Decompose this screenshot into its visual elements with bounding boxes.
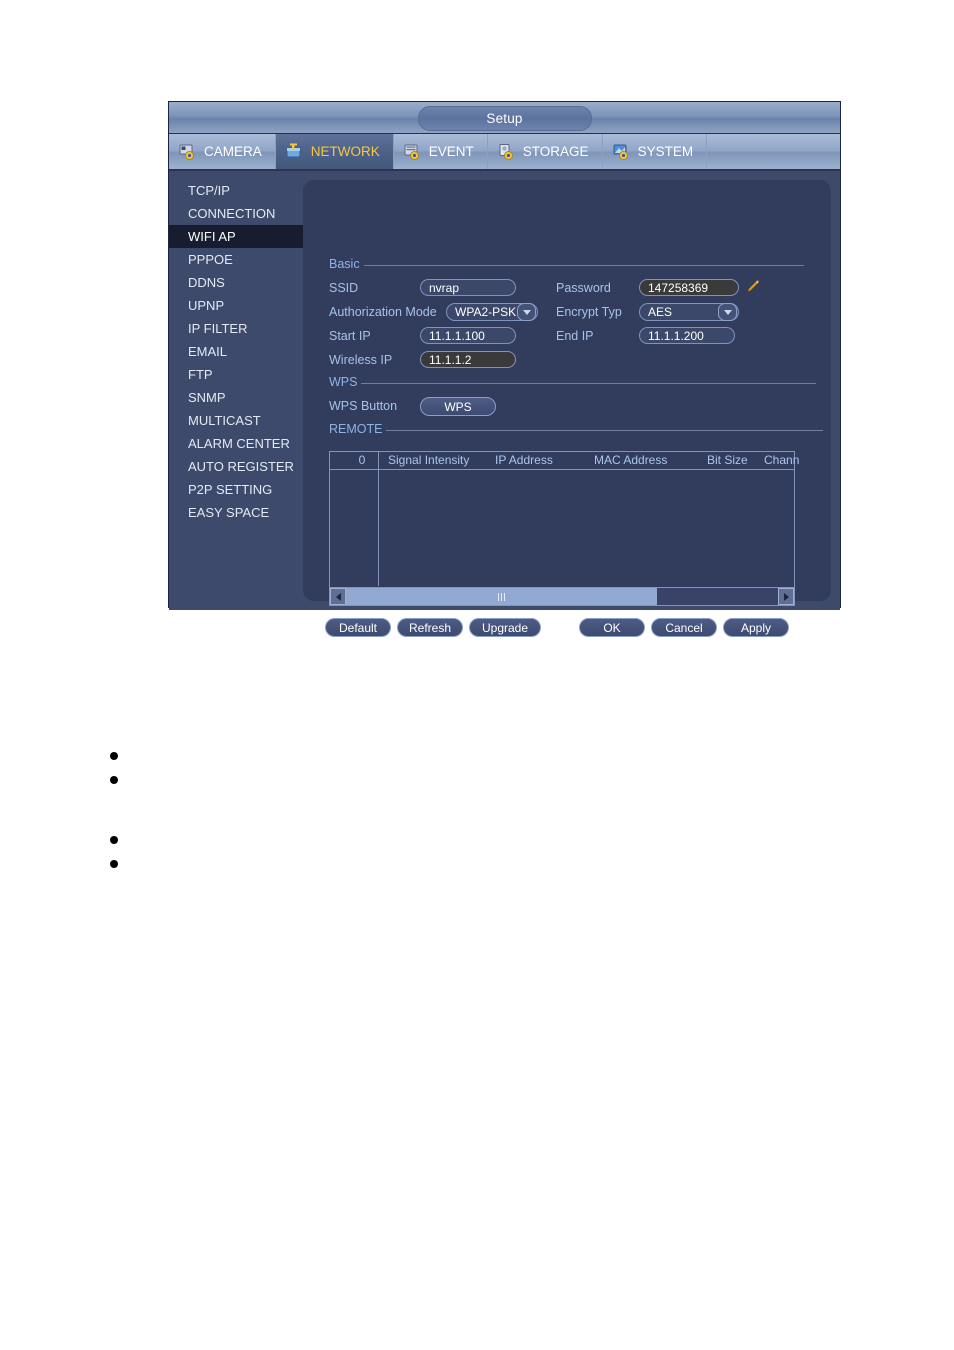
bullet-icon [110, 836, 118, 844]
list-item [110, 769, 510, 793]
authorization-mode-label: Authorization Mode [329, 305, 437, 319]
tab-event-label: EVENT [428, 144, 474, 159]
column-header-index[interactable]: 0 [346, 452, 378, 469]
tab-camera[interactable]: CAMERA [169, 134, 276, 169]
encrypt-type-label: Encrypt Typ [556, 305, 622, 319]
list-item [110, 829, 510, 853]
sidebar-item-connection[interactable]: CONNECTION [169, 202, 303, 225]
table-header: 0 Signal Intensity IP Address MAC Addres… [330, 452, 799, 470]
tab-camera-label: CAMERA [204, 144, 262, 159]
list-item [110, 853, 510, 877]
column-header-bit-size[interactable]: Bit Size [707, 452, 748, 469]
sidebar-item-snmp[interactable]: SNMP [169, 386, 303, 409]
event-gear-icon [404, 143, 424, 161]
list-item [110, 745, 510, 769]
storage-gear-icon [498, 143, 518, 161]
bullet-icon [110, 776, 118, 784]
upgrade-button[interactable]: Upgrade [469, 618, 541, 637]
sidebar-item-ftp[interactable]: FTP [169, 363, 303, 386]
wps-button-label: WPS Button [329, 399, 398, 413]
sidebar-item-tcpip[interactable]: TCP/IP [169, 179, 303, 202]
tab-event[interactable]: EVENT [394, 134, 488, 169]
sidebar-item-multicast[interactable]: MULTICAST [169, 409, 303, 432]
scrollbar-thumb[interactable] [346, 588, 658, 605]
dialog-titlebar: Setup [169, 102, 840, 134]
section-remote: REMOTE [329, 422, 824, 436]
end-ip-input[interactable]: 11.1.1.200 [639, 327, 735, 344]
wireless-ip-label: Wireless IP [329, 353, 393, 367]
tab-system[interactable]: SYSTEM [603, 134, 708, 169]
sidebar-item-auto-register[interactable]: AUTO REGISTER [169, 455, 303, 478]
encrypt-type-select[interactable]: AES [639, 303, 739, 321]
sidebar-item-wifi-ap[interactable]: WIFI AP [169, 225, 303, 248]
network-gear-icon [286, 143, 306, 161]
ssid-input[interactable]: nvrap [420, 279, 516, 296]
table-horizontal-scrollbar[interactable] [330, 587, 794, 605]
section-wps: WPS [329, 375, 817, 389]
cancel-button[interactable]: Cancel [651, 618, 717, 637]
sidebar-item-email[interactable]: EMAIL [169, 340, 303, 363]
password-input[interactable]: 147258369 [639, 279, 739, 296]
list-item-spacer [110, 793, 510, 829]
chevron-down-icon[interactable] [517, 303, 536, 321]
sidebar-item-pppoe[interactable]: PPPOE [169, 248, 303, 271]
remote-device-table: 0 Signal Intensity IP Address MAC Addres… [329, 451, 799, 606]
sidebar-item-ddns[interactable]: DDNS [169, 271, 303, 294]
camera-gear-icon [179, 143, 199, 161]
network-sidebar: TCP/IP CONNECTION WIFI AP PPPOE DDNS UPN… [169, 171, 303, 610]
column-header-channel[interactable]: Chann [764, 452, 799, 469]
dialog-body: TCP/IP CONNECTION WIFI AP PPPOE DDNS UPN… [169, 171, 840, 637]
wireless-ip-input: 11.1.1.2 [420, 351, 516, 368]
default-button[interactable]: Default [325, 618, 391, 637]
sidebar-item-easy-space[interactable]: EASY SPACE [169, 501, 303, 524]
password-label: Password [556, 281, 611, 295]
bullet-icon [110, 752, 118, 760]
tab-system-label: SYSTEM [637, 144, 694, 159]
section-rule [363, 265, 804, 266]
tab-network[interactable]: NETWORK [275, 134, 394, 169]
wps-button[interactable]: WPS [420, 397, 496, 416]
end-ip-label: End IP [556, 329, 594, 343]
sidebar-item-p2p-setting[interactable]: P2P SETTING [169, 478, 303, 501]
sidebar-item-alarm-center[interactable]: ALARM CENTER [169, 432, 303, 455]
column-header-mac-address[interactable]: MAC Address [594, 452, 667, 469]
page-bullet-list [110, 745, 510, 877]
scrollbar-track[interactable] [346, 588, 778, 605]
table-body [330, 470, 794, 586]
pencil-icon[interactable] [746, 279, 760, 293]
page-title: Setup [417, 106, 592, 131]
ok-button[interactable]: OK [579, 618, 645, 637]
encrypt-type-value: AES [648, 305, 673, 319]
section-basic: Basic [329, 257, 804, 271]
sidebar-item-ip-filter[interactable]: IP FILTER [169, 317, 303, 340]
tab-storage[interactable]: STORAGE [488, 134, 603, 169]
start-ip-label: Start IP [329, 329, 371, 343]
setup-dialog: Setup CAMERA NETWORK EVENT STORAGE SYSTE… [168, 101, 841, 637]
section-rule [361, 383, 817, 384]
main-tabs: CAMERA NETWORK EVENT STORAGE SYSTEM [169, 134, 840, 171]
ssid-label: SSID [329, 281, 359, 295]
column-header-ip-address[interactable]: IP Address [495, 452, 553, 469]
refresh-button[interactable]: Refresh [397, 618, 463, 637]
authorization-mode-select[interactable]: WPA2-PSK [446, 303, 538, 321]
bullet-icon [110, 860, 118, 868]
tab-network-label: NETWORK [310, 144, 380, 159]
column-header-signal-intensity[interactable]: Signal Intensity [388, 452, 469, 469]
sidebar-item-upnp[interactable]: UPNP [169, 294, 303, 317]
scroll-right-arrow-icon[interactable] [778, 588, 794, 605]
section-rule [386, 430, 824, 431]
scroll-left-arrow-icon[interactable] [330, 588, 346, 605]
apply-button[interactable]: Apply [723, 618, 789, 637]
wifi-ap-panel: Basic SSID nvrap Password 147258369 Auth… [303, 180, 831, 637]
chevron-down-icon[interactable] [718, 303, 737, 321]
system-gear-icon [613, 143, 633, 161]
start-ip-input[interactable]: 11.1.1.100 [420, 327, 516, 344]
tab-storage-label: STORAGE [522, 144, 589, 159]
authorization-mode-value: WPA2-PSK [455, 305, 517, 319]
